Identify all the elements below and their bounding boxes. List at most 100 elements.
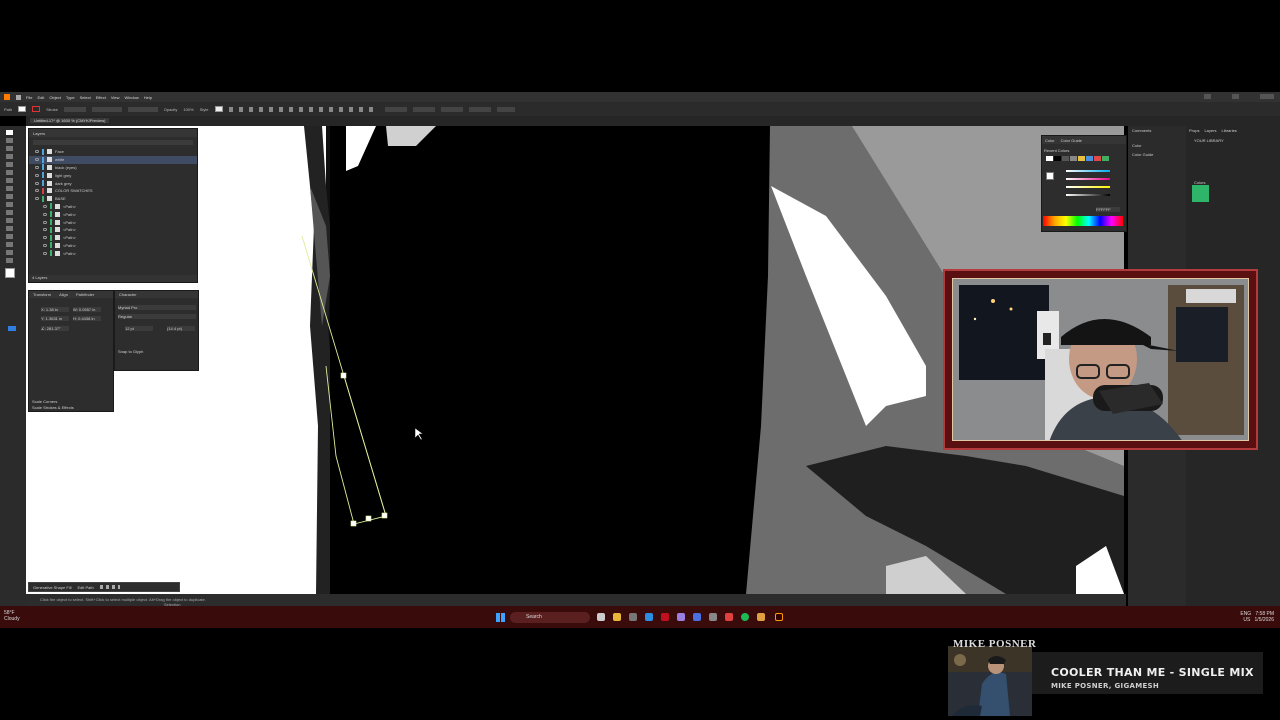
x-field[interactable]: X: 1.38 in <box>41 307 69 312</box>
transform-fields[interactable] <box>384 106 515 112</box>
pen-tool-icon[interactable] <box>6 146 13 151</box>
layer-row[interactable]: <Path> <box>29 203 197 211</box>
visibility-eye-icon[interactable] <box>35 181 39 185</box>
fill-stroke-icon[interactable] <box>5 268 15 278</box>
edit-path-button[interactable]: Edit Path <box>77 585 93 590</box>
visibility-eye-icon[interactable] <box>43 228 47 232</box>
direct-selection-tool-icon[interactable] <box>6 138 13 143</box>
app-icon-5[interactable] <box>757 613 765 621</box>
menu-view[interactable]: View <box>111 95 120 100</box>
fill-swatch[interactable] <box>18 106 27 112</box>
stroke-weight-field[interactable] <box>63 106 86 112</box>
visibility-eye-icon[interactable] <box>43 236 47 240</box>
recent-color-swatch[interactable] <box>1102 156 1109 161</box>
scale-tool-icon[interactable] <box>6 210 13 215</box>
tab-pathfinder[interactable]: Pathfinder <box>76 292 94 297</box>
paintbrush-tool-icon[interactable] <box>6 178 13 183</box>
layer-row[interactable]: <Path> <box>29 234 197 242</box>
taskbar-search[interactable]: Search <box>510 612 590 623</box>
task-view-icon[interactable] <box>597 613 605 621</box>
menu-window[interactable]: Window <box>124 95 138 100</box>
zoom-tool-icon[interactable] <box>6 258 13 263</box>
layer-row[interactable]: white <box>29 155 197 164</box>
visibility-eye-icon[interactable] <box>43 212 47 216</box>
menu-file[interactable]: File <box>26 95 32 100</box>
menu-select[interactable]: Select <box>80 95 91 100</box>
black-slider[interactable] <box>1066 194 1110 196</box>
rotate-tool-icon[interactable] <box>6 202 13 207</box>
recent-color-swatch[interactable] <box>1086 156 1093 161</box>
layer-row[interactable]: light grey <box>29 171 197 179</box>
visibility-eye-icon[interactable] <box>35 173 39 177</box>
recent-color-swatch[interactable] <box>1046 156 1053 161</box>
app-icon-2[interactable] <box>693 613 701 621</box>
menu-help[interactable]: Help <box>144 95 152 100</box>
angle-field[interactable]: ∠: 281.37° <box>41 326 69 331</box>
layer-row[interactable]: Face <box>29 148 197 156</box>
layer-row[interactable]: <Path> <box>29 249 197 257</box>
tab-align[interactable]: Align <box>59 292 68 297</box>
visibility-eye-icon[interactable] <box>35 197 39 201</box>
font-style-select[interactable]: Regular <box>118 314 196 319</box>
tab-color[interactable]: Color <box>1045 138 1055 143</box>
app-icon[interactable] <box>677 613 685 621</box>
dock-comments[interactable]: Comments <box>1132 128 1151 133</box>
windows-start-icon[interactable] <box>496 613 505 622</box>
font-family-select[interactable]: Myriad Pro <box>118 305 196 310</box>
visibility-eye-icon[interactable] <box>43 251 47 255</box>
visibility-eye-icon[interactable] <box>35 189 39 193</box>
window-controls[interactable] <box>1204 94 1274 99</box>
style-swatch[interactable] <box>214 106 223 112</box>
pencil-tool-icon[interactable] <box>6 186 13 191</box>
tab-properties[interactable]: Props <box>1189 128 1199 133</box>
visibility-eye-icon[interactable] <box>43 220 47 224</box>
font-size-field[interactable]: 12 pt <box>125 326 153 331</box>
recent-color-swatch[interactable] <box>1078 156 1085 161</box>
file-explorer-icon[interactable] <box>613 613 621 621</box>
recent-color-swatch[interactable] <box>1070 156 1077 161</box>
shape-builder-tool-icon[interactable] <box>6 226 13 231</box>
weather-widget[interactable]: 58°F Cloudy <box>4 610 20 622</box>
more-options-icon[interactable] <box>99 585 120 589</box>
generative-shape-fill-button[interactable]: Generative Shape Fill <box>33 585 71 590</box>
app-logo-icon[interactable] <box>4 94 10 100</box>
visibility-eye-icon[interactable] <box>43 243 47 247</box>
library-color-swatch[interactable] <box>1192 185 1209 202</box>
visibility-eye-icon[interactable] <box>35 150 39 154</box>
dock-color-guide[interactable]: Color Guide <box>1132 152 1153 157</box>
layers-panel-title[interactable]: Layers <box>29 129 197 137</box>
dock-color[interactable]: Color <box>1132 143 1142 148</box>
visibility-eye-icon[interactable] <box>35 165 39 169</box>
selection-tool-icon[interactable] <box>6 130 13 135</box>
recent-color-swatch[interactable] <box>1054 156 1061 161</box>
fill-stroke-icon[interactable] <box>1046 172 1054 180</box>
yellow-slider[interactable] <box>1066 186 1110 188</box>
leading-field[interactable]: (14.4 pt) <box>167 326 195 331</box>
layer-row[interactable]: <Path> <box>29 210 197 218</box>
menu-type[interactable]: Type <box>66 95 75 100</box>
layer-row[interactable]: BASE <box>29 195 197 203</box>
app-icon-4[interactable] <box>725 613 733 621</box>
width-tool-icon[interactable] <box>6 218 13 223</box>
recent-color-swatch[interactable] <box>1094 156 1101 161</box>
system-tray[interactable]: ENG 7:58 PM US 1/5/2026 <box>1240 611 1274 623</box>
brush-definition[interactable] <box>127 106 158 112</box>
height-field[interactable]: H: 0.4438 in <box>73 316 101 321</box>
recent-color-swatch[interactable] <box>1062 156 1069 161</box>
opacity-value[interactable]: 100% <box>183 107 193 112</box>
color-spectrum[interactable] <box>1043 216 1123 226</box>
draw-mode-icon[interactable] <box>8 326 16 331</box>
menu-effect[interactable]: Effect <box>96 95 106 100</box>
y-field[interactable]: Y: 1.3631 in <box>41 316 69 321</box>
scale-corners-checkbox[interactable]: Scale Corners <box>32 399 57 404</box>
home-icon[interactable] <box>16 94 21 100</box>
hand-tool-icon[interactable] <box>6 250 13 255</box>
tab-layers-lib[interactable]: Layers <box>1204 128 1216 133</box>
scale-strokes-checkbox[interactable]: Scale Strokes & Effects <box>32 405 74 410</box>
app-icon-3[interactable] <box>709 613 717 621</box>
line-tool-icon[interactable] <box>6 162 13 167</box>
magenta-slider[interactable] <box>1066 178 1110 180</box>
opera-icon[interactable] <box>661 613 669 621</box>
gradient-tool-icon[interactable] <box>6 234 13 239</box>
align-icons[interactable] <box>228 106 379 112</box>
